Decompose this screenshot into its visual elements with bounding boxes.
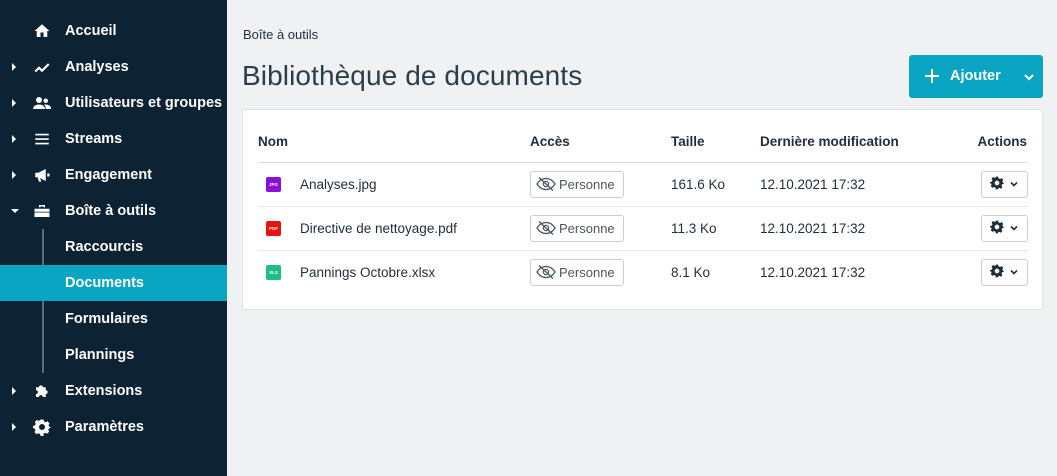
cell-name: PDF Directive de nettoyage.pdf [258, 206, 530, 251]
eye-slash-icon [536, 221, 556, 235]
header-size[interactable]: Taille [671, 122, 760, 163]
sidebar-item-boite-a-outils[interactable]: Boîte à outils [0, 193, 227, 229]
page-title: Bibliothèque de documents [242, 60, 583, 91]
sidebar-subitem-label: Raccourcis [65, 239, 144, 255]
header-name[interactable]: Nom [258, 122, 530, 163]
access-label: Personne [559, 176, 615, 192]
row-actions-button[interactable] [981, 258, 1028, 286]
sidebar-item-accueil[interactable]: Accueil [0, 13, 227, 49]
documents-card: Nom Accès Taille Dernière modification A… [242, 109, 1043, 310]
chevron-down-icon [1022, 70, 1036, 84]
toolbox-icon [33, 202, 51, 220]
sidebar-subitem-raccourcis[interactable]: Raccourcis [0, 229, 227, 265]
sidebar-subitem-label: Documents [65, 275, 144, 291]
row-actions-button[interactable] [981, 170, 1028, 198]
caret-right-icon [12, 63, 16, 71]
caret-right-icon [12, 423, 16, 431]
access-badge[interactable]: Personne [530, 214, 624, 242]
cell-modified: 12.10.2021 17:32 [760, 162, 963, 207]
header-actions: Actions [963, 122, 1028, 163]
jpg-file-icon: JPG [266, 176, 281, 192]
sidebar-subitem-label: Plannings [65, 347, 135, 363]
caret-right-icon [12, 99, 16, 107]
sidebar-item-analyses[interactable]: Analyses [0, 49, 227, 85]
table-row[interactable]: XLS Pannings Octobre.xlsx Personne 8.1 K… [258, 250, 1028, 294]
sidebar-item-utilisateurs[interactable]: Utilisateurs et groupes [0, 85, 227, 121]
menu-lines-icon [33, 130, 51, 148]
sidebar-item-label: Streams [65, 131, 123, 147]
cell-actions [963, 250, 1028, 294]
file-name[interactable]: Analyses.jpg [300, 177, 377, 192]
chart-line-icon [33, 58, 51, 76]
table-header-row: Nom Accès Taille Dernière modification A… [258, 122, 1028, 163]
table-row[interactable]: PDF Directive de nettoyage.pdf Personne … [258, 206, 1028, 251]
sidebar-item-engagement[interactable]: Engagement [0, 157, 227, 193]
cell-actions [963, 162, 1028, 207]
access-badge[interactable]: Personne [530, 258, 624, 286]
gear-icon [990, 220, 1004, 237]
sidebar-subitem-label: Formulaires [65, 311, 148, 327]
sidebar-item-label: Accueil [65, 23, 117, 39]
home-icon [33, 22, 51, 40]
sidebar-submenu: Raccourcis Documents Formulaires Plannin… [0, 229, 227, 373]
gear-icon [33, 418, 51, 436]
caret-right-icon [12, 171, 16, 179]
table-row[interactable]: JPG Analyses.jpg Personne 161.6 Ko 12.10… [258, 162, 1028, 207]
chevron-down-icon [1009, 265, 1019, 280]
header-access[interactable]: Accès [530, 122, 671, 163]
documents-table: Nom Accès Taille Dernière modification A… [258, 122, 1028, 294]
cell-modified: 12.10.2021 17:32 [760, 264, 866, 280]
cell-access: Personne [530, 162, 671, 207]
sidebar-item-label: Paramètres [65, 419, 144, 435]
puzzle-icon [33, 382, 51, 400]
access-badge[interactable]: Personne [530, 170, 624, 198]
add-button[interactable]: Ajouter [909, 55, 1043, 98]
cell-access: Personne [530, 206, 671, 251]
eye-slash-icon [536, 265, 556, 280]
row-actions-button[interactable] [981, 214, 1028, 242]
sidebar-item-extensions[interactable]: Extensions [0, 373, 227, 409]
sidebar-subitem-plannings[interactable]: Plannings [0, 337, 227, 373]
cell-access: Personne [530, 250, 671, 294]
plus-icon [923, 67, 941, 85]
file-name[interactable]: Pannings Octobre.xlsx [300, 265, 435, 280]
file-name[interactable]: Directive de nettoyage.pdf [300, 221, 457, 236]
megaphone-icon [33, 166, 51, 184]
sidebar-item-label: Engagement [65, 167, 153, 183]
chevron-down-icon [1009, 221, 1019, 236]
cell-name: XLS Pannings Octobre.xlsx [258, 250, 530, 294]
sidebar-item-parametres[interactable]: Paramètres [0, 409, 227, 445]
sidebar-item-label: Utilisateurs et groupes [65, 95, 223, 111]
breadcrumb[interactable]: Boîte à outils [243, 27, 318, 42]
cell-size: 11.3 Ko [671, 206, 760, 251]
caret-right-icon [12, 387, 16, 395]
sidebar-item-streams[interactable]: Streams [0, 121, 227, 157]
gear-icon [990, 264, 1004, 281]
caret-down-icon [11, 209, 19, 213]
add-button-label: Ajouter [950, 68, 1001, 84]
sidebar-subitem-formulaires[interactable]: Formulaires [0, 301, 227, 337]
gear-icon [990, 176, 1004, 193]
caret-right-icon [12, 135, 16, 143]
access-label: Personne [559, 220, 615, 236]
cell-size: 161.6 Ko [671, 162, 760, 207]
header-modified[interactable]: Dernière modification [760, 122, 963, 163]
xls-file-icon: XLS [266, 264, 281, 280]
cell-size: 8.1 Ko [671, 264, 711, 280]
sidebar-item-label: Boîte à outils [65, 203, 157, 219]
chevron-down-icon [1009, 177, 1019, 192]
sidebar-subitem-documents[interactable]: Documents [0, 265, 227, 301]
sidebar: Accueil Analyses Utilisateurs et groupes… [0, 0, 227, 476]
users-icon [33, 94, 51, 112]
sidebar-item-label: Extensions [65, 383, 143, 399]
cell-actions [963, 206, 1028, 251]
access-label: Personne [559, 264, 615, 280]
eye-slash-icon [536, 177, 556, 191]
cell-name: JPG Analyses.jpg [258, 162, 530, 207]
cell-modified: 12.10.2021 17:32 [760, 206, 963, 251]
sidebar-item-label: Analyses [65, 59, 129, 75]
pdf-file-icon: PDF [266, 220, 281, 236]
